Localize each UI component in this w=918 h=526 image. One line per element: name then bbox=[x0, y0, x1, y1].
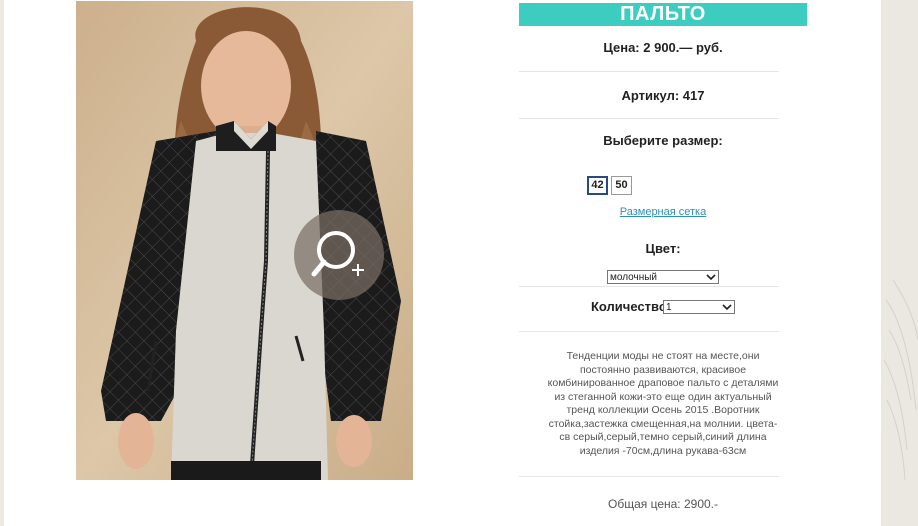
size-option-50[interactable]: 50 bbox=[611, 176, 632, 195]
decorative-side-panel bbox=[881, 0, 918, 526]
divider bbox=[519, 118, 779, 119]
color-label: Цвет: bbox=[645, 241, 681, 256]
page-left-border bbox=[0, 0, 4, 526]
quantity-label: Количество: bbox=[591, 299, 672, 314]
choose-size-label: Выберите размер: bbox=[603, 133, 723, 148]
quantity-select[interactable]: 1 bbox=[663, 300, 735, 314]
leaf-ornament-icon bbox=[883, 279, 918, 481]
quantity-select-value: 1 bbox=[666, 302, 672, 313]
product-article: Артикул: 417 bbox=[621, 88, 705, 103]
divider bbox=[519, 476, 779, 477]
product-description: Тенденции моды не стоят на месте,они пос… bbox=[547, 350, 779, 457]
zoom-button[interactable] bbox=[294, 210, 384, 300]
chevron-down-icon bbox=[722, 304, 732, 311]
divider bbox=[519, 71, 779, 72]
color-select-value: молочный bbox=[610, 272, 658, 283]
size-option-42[interactable]: 42 bbox=[587, 176, 608, 195]
product-photo[interactable] bbox=[76, 1, 413, 480]
product-title: ПАЛЬТО bbox=[519, 3, 807, 26]
divider bbox=[519, 331, 779, 332]
total-price: Общая цена: 2900.- bbox=[608, 497, 718, 511]
chevron-down-icon bbox=[706, 274, 716, 281]
divider bbox=[519, 286, 779, 287]
size-options: 42 50 bbox=[587, 176, 632, 195]
size-chart-link[interactable]: Размерная сетка bbox=[519, 206, 807, 218]
product-price: Цена: 2 900.— руб. bbox=[603, 40, 723, 55]
color-select[interactable]: молочный bbox=[607, 270, 719, 284]
zoom-in-icon bbox=[311, 231, 364, 277]
